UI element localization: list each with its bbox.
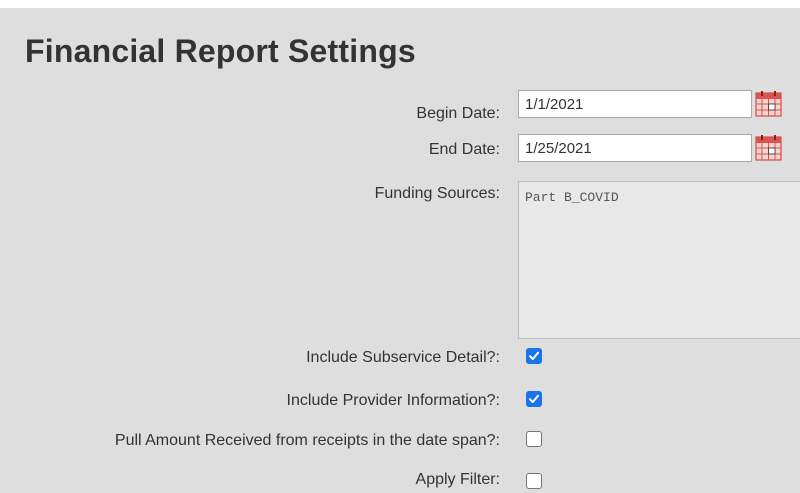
end-date-label: End Date: [428, 141, 500, 158]
subservice-detail-label: Include Subservice Detail?: [306, 349, 500, 366]
calendar-icon [755, 91, 782, 117]
calendar-icon [755, 135, 782, 161]
provider-information-label: Include Provider Information?: [286, 392, 500, 409]
apply-filter-checkbox[interactable] [526, 473, 542, 489]
pull-amount-received-label: Pull Amount Received from receipts in th… [114, 432, 500, 449]
subservice-detail-checkbox[interactable] [526, 348, 542, 364]
funding-sources-list[interactable]: Part B_COVID [518, 181, 800, 339]
end-date-calendar-button[interactable] [755, 135, 782, 161]
end-date-input[interactable] [518, 134, 752, 162]
funding-sources-label: Funding Sources: [374, 185, 500, 202]
begin-date-calendar-button[interactable] [755, 91, 782, 117]
settings-panel: Financial Report Settings Begin Date: En… [0, 8, 800, 493]
pull-amount-received-checkbox[interactable] [526, 431, 542, 447]
provider-information-checkbox[interactable] [526, 391, 542, 407]
apply-filter-label: Apply Filter: [415, 471, 500, 488]
page-title: Financial Report Settings [25, 33, 416, 69]
begin-date-label: Begin Date: [416, 105, 500, 122]
checkmark-icon [529, 394, 539, 403]
checkmark-icon [529, 351, 539, 360]
begin-date-input[interactable] [518, 90, 752, 118]
funding-source-option[interactable]: Part B_COVID [525, 190, 800, 205]
